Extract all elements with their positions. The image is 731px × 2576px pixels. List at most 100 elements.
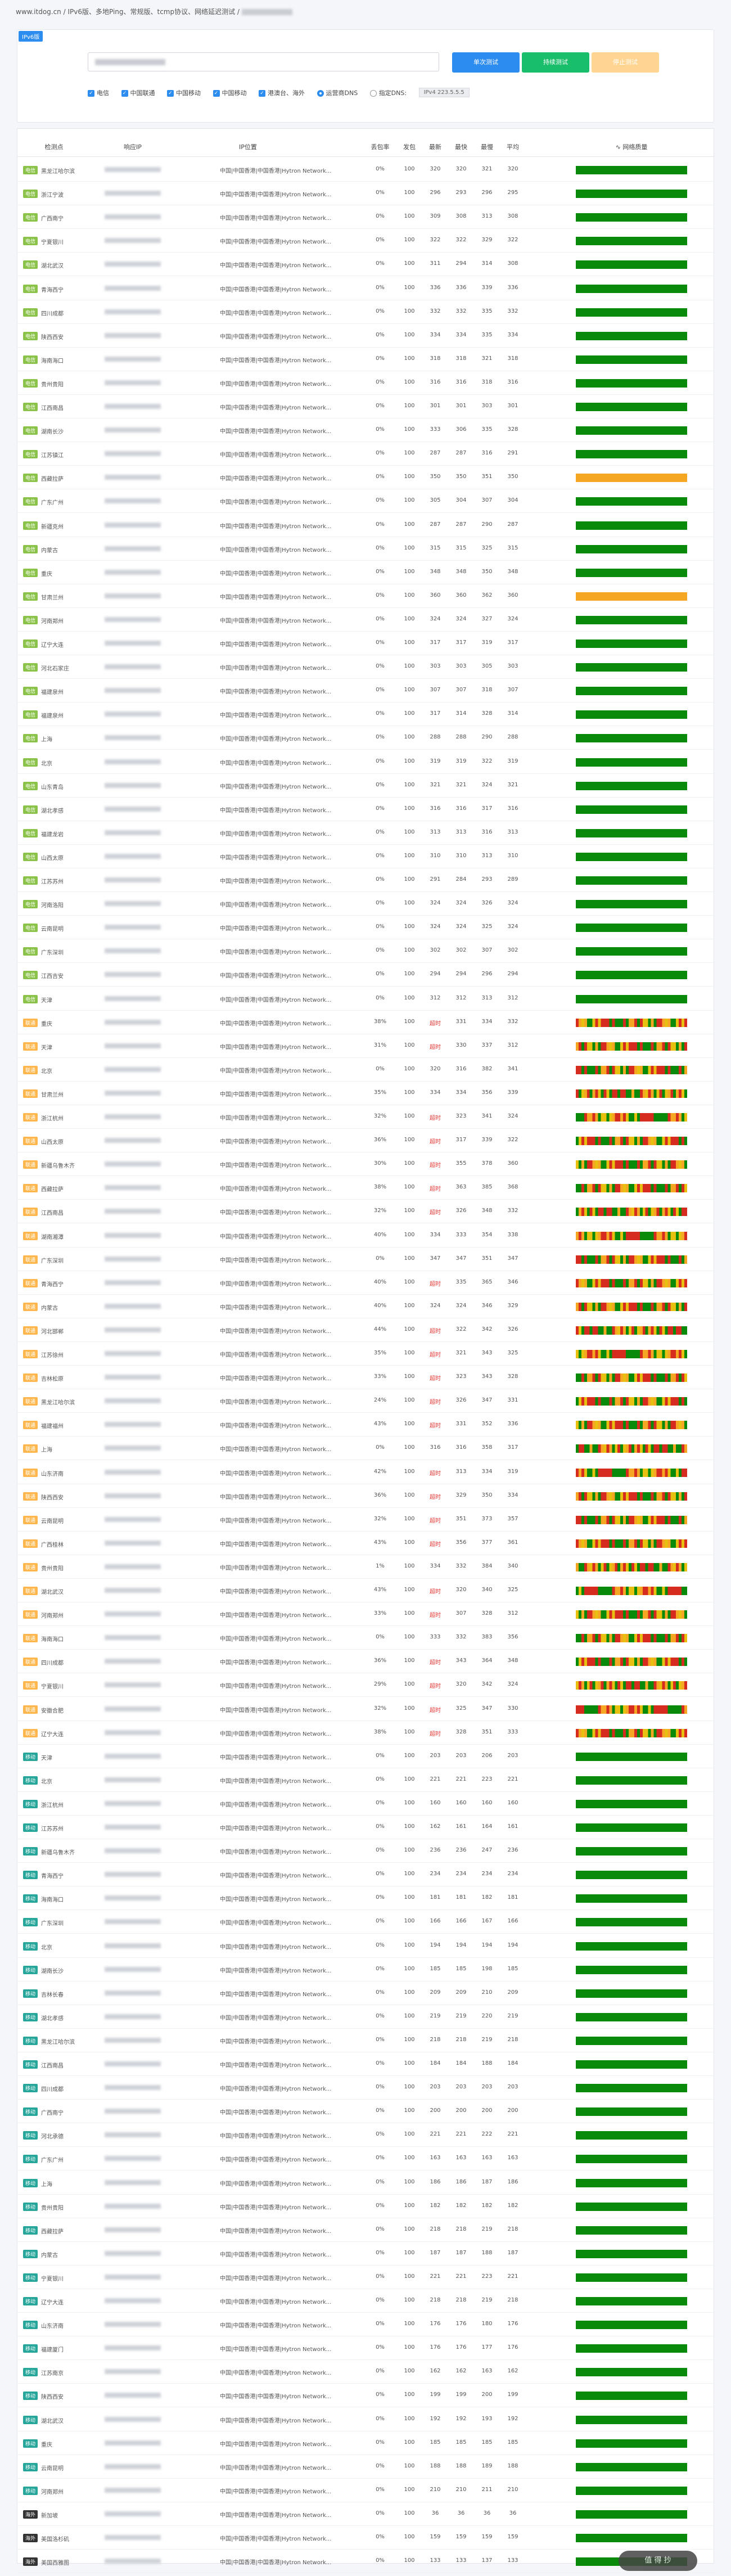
cell-loss: 0%	[376, 758, 385, 764]
ip-location: 中国|中国香港|中国香港|Hytron Network...	[220, 2157, 332, 2164]
stop-test-button[interactable]: 停止测试	[592, 52, 659, 73]
cell-sent: 100	[404, 1184, 415, 1191]
cell-fastest: 322	[455, 1326, 467, 1332]
cell-slowest: 167	[481, 1918, 493, 1925]
cell-latest: 超时	[430, 1494, 441, 1501]
cell-avg: 348	[507, 568, 518, 575]
node-name: 河北承德	[41, 2134, 64, 2141]
header-latest[interactable]: 最新	[424, 142, 446, 151]
isp-badge: 移动	[23, 1847, 38, 1856]
isp-badge: 移动	[23, 2012, 38, 2021]
cell-loss: 0%	[376, 900, 385, 907]
cell-fastest: 306	[455, 426, 467, 433]
table-row: 电信 湖南长沙 中国|中国香港|中国香港|Hytron Network... 0% 10…	[17, 418, 715, 443]
cell-latest: 312	[430, 994, 441, 1001]
cell-avg: 338	[507, 1231, 518, 1238]
table-row: 电信 甘肃兰州 中国|中国香港|中国香港|Hytron Network... 0% 10…	[17, 584, 715, 608]
header-fastest[interactable]: 最快	[450, 142, 472, 151]
option-zhongguo[interactable]: ✓ 中国移动	[213, 88, 247, 97]
cell-slowest: 358	[481, 1444, 493, 1451]
quality-bar	[576, 379, 687, 388]
cell-sent: 100	[404, 994, 415, 1001]
cell-latest: 322	[430, 237, 441, 244]
ip-address	[105, 1114, 161, 1119]
header-ip[interactable]: 响应IP	[105, 142, 161, 151]
cell-avg: 199	[507, 2392, 518, 2398]
header-sent[interactable]: 发包	[398, 142, 421, 151]
ipv6-tab[interactable]: IPv6版	[19, 31, 43, 42]
header-avg[interactable]: 平均	[502, 142, 524, 151]
table-row: 电信 云南昆明 中国|中国香港|中国香港|Hytron Network... 0% 10…	[17, 916, 715, 940]
isp-badge: 电信	[23, 781, 38, 790]
cell-sent: 100	[404, 805, 415, 812]
table-row: 电信 海南海口 中国|中国香港|中国香港|Hytron Network... 0% 10…	[17, 348, 715, 371]
ip-address	[105, 285, 161, 291]
cell-latest: 162	[430, 2368, 441, 2375]
cell-sent: 100	[404, 331, 415, 338]
node-name: 云南昆明	[41, 1518, 64, 1525]
domain-input[interactable]	[88, 52, 439, 71]
table-row: 移动 贵州贵阳 中国|中国香港|中国香港|Hytron Network... 0% 10…	[17, 2195, 715, 2218]
ip-location: 中国|中国香港|中国香港|Hytron Network...	[220, 1470, 332, 1477]
cell-loss: 0%	[376, 426, 385, 433]
ip-address	[105, 1659, 161, 1664]
ip-location: 中国|中国香港|中国香港|Hytron Network...	[220, 713, 332, 719]
header-node[interactable]: 检测点	[23, 142, 85, 151]
node-name: 上海	[41, 737, 52, 744]
node-name: 美国西雅图	[41, 2560, 69, 2567]
cell-loss: 0%	[376, 1065, 385, 1072]
cell-slowest: 182	[481, 2202, 493, 2209]
blurred-text	[241, 9, 292, 15]
quality-bar	[576, 497, 687, 506]
cell-avg: 185	[507, 1965, 518, 1972]
radio-icon	[317, 89, 324, 97]
cell-latest: 209	[430, 1989, 441, 1996]
header-loss[interactable]: 丢包率	[366, 142, 394, 151]
cell-avg: 218	[507, 2297, 518, 2303]
ip-address	[105, 1872, 161, 1877]
cell-fastest: 312	[455, 994, 467, 1001]
option-haiwai[interactable]: ✓ 港澳台、海外	[259, 88, 305, 97]
cell-avg: 333	[507, 1728, 518, 1735]
cell-slowest: 313	[481, 213, 493, 220]
table-row: 移动 重庆 中国|中国香港|中国香港|Hytron Network... 0% 100 1…	[17, 2431, 715, 2455]
quality-bar	[576, 758, 687, 767]
quality-bar	[576, 1444, 687, 1453]
quality-bar	[576, 1515, 687, 1524]
cell-fastest: 348	[455, 568, 467, 575]
ip-address	[105, 711, 161, 717]
node-name: 河南洛阳	[41, 903, 64, 909]
isp-badge: 移动	[23, 1894, 38, 1903]
cell-sent: 100	[404, 521, 415, 528]
cell-slowest: 335	[481, 331, 493, 338]
cell-fastest: 188	[455, 2462, 467, 2469]
option-dianxin[interactable]: ✓ 电信	[88, 88, 109, 97]
cell-sent: 100	[404, 876, 415, 882]
isp-badge: 联通	[23, 1397, 38, 1406]
option-dns-custom[interactable]: 指定DNS:	[369, 88, 407, 97]
ip-address	[105, 1066, 161, 1072]
quality-bar	[576, 687, 687, 696]
isp-badge: 电信	[23, 426, 38, 435]
continuous-test-button[interactable]: 持续测试	[522, 52, 589, 73]
cell-sent: 100	[404, 2557, 415, 2564]
header-loc[interactable]: IP位置	[214, 142, 282, 151]
quality-bar	[576, 2226, 687, 2235]
cell-slowest: 328	[481, 1610, 493, 1617]
cell-slowest: 296	[481, 971, 493, 978]
dns-input[interactable]: IPv4 223.5.5.5	[418, 88, 470, 97]
quality-bar	[576, 426, 687, 435]
cell-latest: 236	[430, 1847, 441, 1854]
option-liantong[interactable]: ✓ 中国联通	[121, 88, 155, 97]
ip-location: 中国|中国香港|中国香港|Hytron Network...	[220, 1163, 332, 1169]
option-dns-local[interactable]: 运营商DNS	[317, 88, 358, 97]
quality-bar	[576, 355, 687, 364]
single-test-button[interactable]: 单次测试	[452, 52, 520, 73]
header-slowest[interactable]: 最慢	[476, 142, 498, 151]
ip-location: 中国|中国香港|中国香港|Hytron Network...	[220, 2086, 332, 2093]
cell-slowest: 185	[481, 2439, 493, 2446]
table-row: 海外 美国西雅图 中国|中国香港|中国香港|Hytron Network... 0% 1…	[17, 2550, 715, 2574]
option-yidong[interactable]: ✓ 中国移动	[167, 88, 201, 97]
isp-badge: 联通	[23, 1137, 38, 1146]
cell-sent: 100	[404, 2178, 415, 2185]
